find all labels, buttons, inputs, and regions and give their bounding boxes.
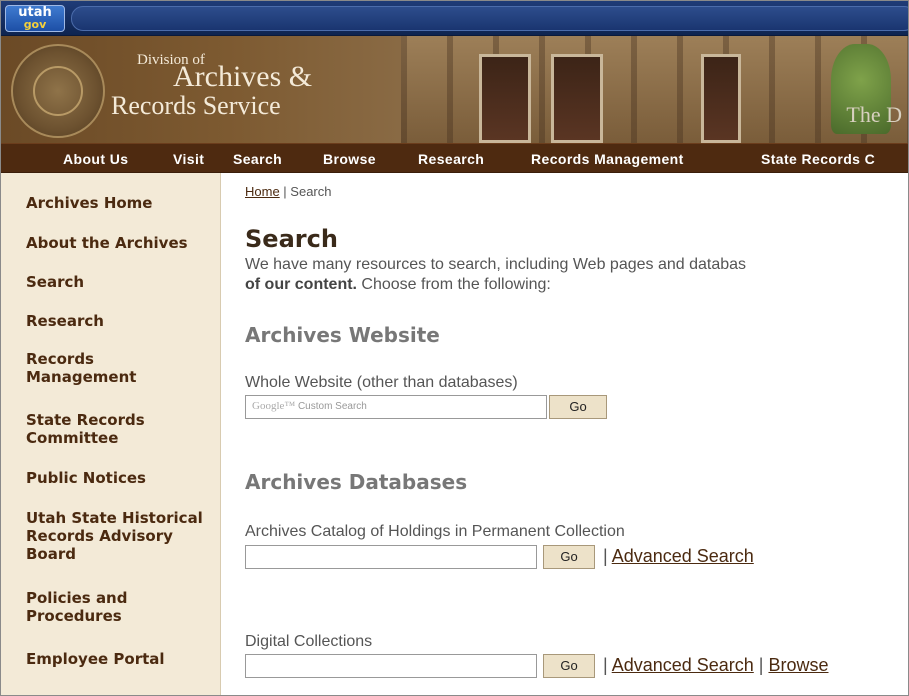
digital-advanced-search-link[interactable]: Advanced Search xyxy=(612,655,754,675)
sidebar-item-historical-records-board[interactable]: Utah State Historical Records Advisory B… xyxy=(26,509,226,563)
google-custom-search-input[interactable]: Google™ Custom Search xyxy=(245,395,547,419)
site-banner: Division of Archives & Records Service T… xyxy=(1,36,908,143)
breadcrumb-separator: | xyxy=(279,184,291,199)
breadcrumb-home-link[interactable]: Home xyxy=(245,184,280,199)
banner-records: Records Service xyxy=(111,91,281,120)
banner-tagline: The D xyxy=(846,102,902,127)
sidebar-item-records-management[interactable]: Records Management xyxy=(26,350,156,386)
nav-search[interactable]: Search xyxy=(233,151,282,167)
digital-links: | Advanced Search | Browse xyxy=(603,655,829,676)
page-title: Search xyxy=(245,225,338,253)
intro-text: We have many resources to search, includ… xyxy=(245,255,908,295)
digital-go-button[interactable]: Go xyxy=(543,654,595,678)
catalog-link-separator: | xyxy=(603,546,612,566)
archives-databases-heading: Archives Databases xyxy=(245,470,468,494)
browser-page: utah gov Division of Archives & Records … xyxy=(0,0,909,696)
utah-gov-topbar: utah gov xyxy=(1,1,908,36)
banner-archives: Archives & xyxy=(173,60,313,93)
sidebar-item-research[interactable]: Research xyxy=(26,312,221,330)
nav-research[interactable]: Research xyxy=(418,151,484,167)
main-content: Home | Search Search We have many resour… xyxy=(245,173,908,695)
utah-gov-logo[interactable]: utah gov xyxy=(5,5,65,32)
door-image xyxy=(551,54,603,143)
nav-records-management[interactable]: Records Management xyxy=(531,151,684,167)
catalog-label: Archives Catalog of Holdings in Permanen… xyxy=(245,523,625,540)
breadcrumb-current: Search xyxy=(290,184,332,199)
archives-website-heading: Archives Website xyxy=(245,323,440,347)
breadcrumb: Home | Search xyxy=(245,184,332,199)
sidebar: Archives Home About the Archives Search … xyxy=(1,173,221,695)
logo-gov-text: gov xyxy=(23,18,47,31)
sidebar-item-state-records-committee[interactable]: State Records Committee xyxy=(26,411,176,447)
custom-search-placeholder: Custom Search xyxy=(297,401,367,412)
intro-line1: We have many resources to search, includ… xyxy=(245,256,747,273)
sidebar-item-policies-procedures[interactable]: Policies and Procedures xyxy=(26,589,166,625)
intro-bold: of our content. xyxy=(245,276,357,293)
digital-collections-input[interactable] xyxy=(245,654,537,678)
sidebar-item-employee-portal[interactable]: Employee Portal xyxy=(26,650,221,668)
sidebar-item-search[interactable]: Search xyxy=(26,273,221,291)
door-image xyxy=(479,54,531,143)
digital-browse-link[interactable]: Browse xyxy=(768,655,828,675)
window-image xyxy=(701,54,741,143)
catalog-search-input[interactable] xyxy=(245,545,537,569)
nav-state-records[interactable]: State Records C xyxy=(761,151,875,167)
intro-rest: Choose from the following: xyxy=(356,276,551,293)
whole-website-label: Whole Website (other than databases) xyxy=(245,374,518,391)
digital-link-separator: | xyxy=(603,655,612,675)
digital-link-separator-2: | xyxy=(753,655,769,675)
website-go-button[interactable]: Go xyxy=(549,395,607,419)
catalog-advanced-search-link[interactable]: Advanced Search xyxy=(612,546,754,566)
catalog-links: | Advanced Search xyxy=(603,546,754,567)
nav-browse[interactable]: Browse xyxy=(323,151,376,167)
main-navigation: About Us Visit Search Browse Research Re… xyxy=(1,143,908,173)
building-photo xyxy=(401,36,908,143)
catalog-go-button[interactable]: Go xyxy=(543,545,595,569)
nav-about-us[interactable]: About Us xyxy=(63,151,128,167)
state-seal-icon xyxy=(11,44,105,138)
digital-collections-label: Digital Collections xyxy=(245,633,373,650)
sidebar-item-about-archives[interactable]: About the Archives xyxy=(26,234,221,252)
utah-gov-search-bar[interactable] xyxy=(71,6,908,31)
sidebar-item-archives-home[interactable]: Archives Home xyxy=(26,194,221,212)
sidebar-item-public-notices[interactable]: Public Notices xyxy=(26,469,221,487)
nav-visit[interactable]: Visit xyxy=(173,151,204,167)
google-logo-text: Google™ xyxy=(252,400,296,412)
